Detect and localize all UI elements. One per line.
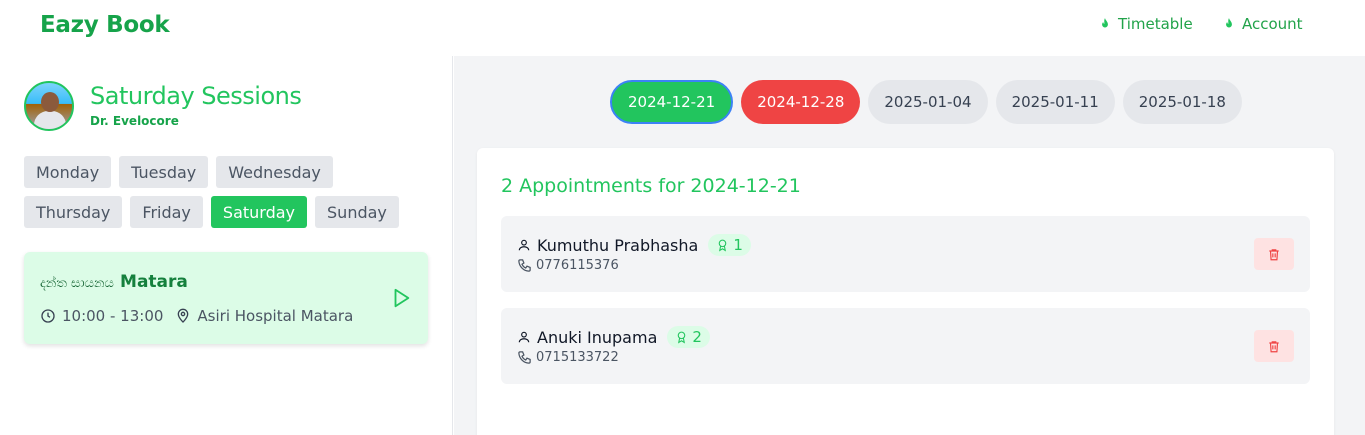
sessions-sidebar: Saturday Sessions Dr. Evelocore Monday T…: [0, 56, 453, 435]
session-name: දන්ත සායනය Matara: [40, 272, 188, 292]
patient-line: Anuki Inupama 2: [517, 326, 710, 348]
day-sunday-button[interactable]: Sunday: [315, 196, 399, 228]
appointments-heading: 2 Appointments for 2024-12-21: [501, 175, 801, 197]
patient-name: Anuki Inupama: [537, 327, 658, 347]
trash-icon: [1269, 248, 1279, 260]
doctor-avatar: [24, 81, 74, 131]
date-pill[interactable]: 2025-01-18: [1122, 80, 1242, 124]
date-pill-unavailable[interactable]: 2024-12-28: [741, 80, 861, 124]
date-pill[interactable]: 2025-01-04: [868, 80, 988, 124]
appointment-number: 1: [733, 236, 743, 254]
page-title: Saturday Sessions: [90, 82, 302, 110]
appointment-number-badge: 1: [708, 234, 751, 256]
patient-phone: 0715133722: [536, 350, 619, 365]
day-wednesday-button[interactable]: Wednesday: [216, 156, 333, 188]
nav-timetable-label: Timetable: [1118, 15, 1193, 33]
user-icon: [518, 239, 530, 251]
appointment-number-badge: 2: [667, 326, 710, 348]
session-card[interactable]: දන්ත සායනය Matara 10:00 - 13:00 Asiri Ho…: [24, 252, 428, 344]
phone-line: 0715133722: [517, 350, 619, 365]
award-icon: [719, 239, 727, 252]
date-selector: 2024-12-21 2024-12-28 2025-01-04 2025-01…: [610, 80, 1242, 124]
flame-icon: [1102, 18, 1108, 28]
appointment-row: Kumuthu Prabhasha 1 0776115376: [501, 216, 1310, 292]
patient-line: Kumuthu Prabhasha 1: [517, 234, 751, 256]
day-saturday-button[interactable]: Saturday: [210, 196, 308, 228]
day-monday-button[interactable]: Monday: [24, 156, 112, 188]
date-pill[interactable]: 2025-01-11: [995, 80, 1115, 124]
appointment-row: Anuki Inupama 2 0715133722: [501, 308, 1310, 384]
delete-appointment-button[interactable]: [1254, 238, 1294, 270]
nav-timetable-link[interactable]: Timetable: [1098, 15, 1193, 33]
session-city: Matara: [120, 272, 188, 292]
day-tuesday-button[interactable]: Tuesday: [119, 156, 209, 188]
nav-account-link[interactable]: Account: [1222, 15, 1303, 33]
user-icon: [518, 331, 530, 343]
appointments-card: 2 Appointments for 2024-12-21 Kumuthu Pr…: [477, 148, 1334, 435]
trash-icon: [1269, 340, 1279, 352]
play-icon[interactable]: [390, 287, 412, 309]
patient-phone: 0776115376: [536, 258, 619, 273]
patient-name: Kumuthu Prabhasha: [537, 235, 699, 255]
session-location: Asiri Hospital Matara: [197, 307, 354, 325]
clock-icon: [41, 309, 55, 323]
phone-line: 0776115376: [517, 258, 619, 273]
date-pill-selected[interactable]: 2024-12-21: [610, 80, 734, 124]
day-friday-button[interactable]: Friday: [130, 196, 203, 228]
map-pin-icon: [178, 308, 189, 323]
day-thursday-button[interactable]: Thursday: [24, 196, 123, 228]
appointments-panel: 2024-12-21 2024-12-28 2025-01-04 2025-01…: [454, 56, 1365, 435]
nav-account-label: Account: [1242, 15, 1303, 33]
flame-icon: [1226, 18, 1232, 28]
session-meta: 10:00 - 13:00 Asiri Hospital Matara: [40, 307, 353, 325]
phone-icon: [518, 259, 531, 272]
session-type: දන්ත සායනය: [40, 276, 114, 291]
phone-icon: [518, 351, 531, 364]
delete-appointment-button[interactable]: [1254, 330, 1294, 362]
day-selector: Monday Tuesday Wednesday Thursday Friday…: [24, 156, 434, 228]
appointment-number: 2: [692, 328, 702, 346]
doctor-name: Dr. Evelocore: [90, 114, 179, 128]
award-icon: [678, 331, 686, 344]
top-navbar: Eazy Book Timetable Account: [0, 0, 1365, 56]
brand-logo[interactable]: Eazy Book: [40, 12, 170, 38]
session-time: 10:00 - 13:00: [62, 307, 164, 325]
